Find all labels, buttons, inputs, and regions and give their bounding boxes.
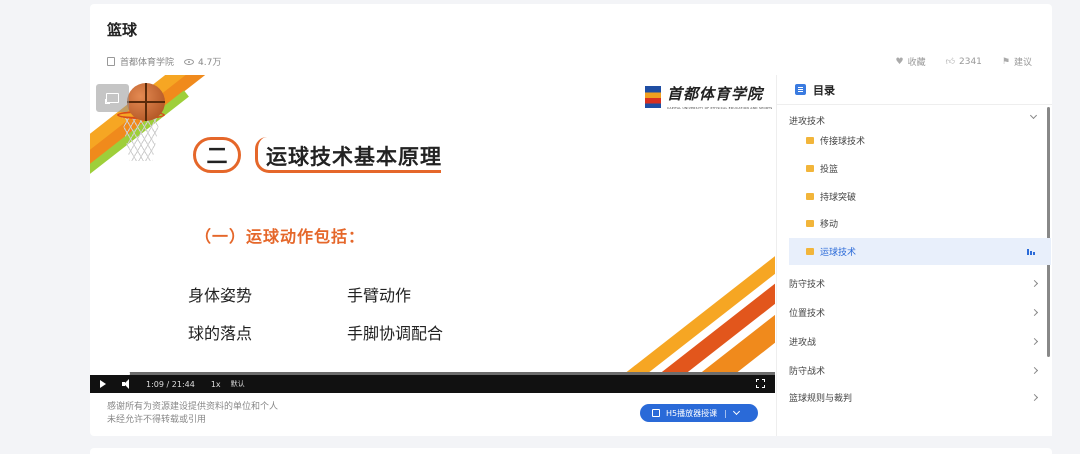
h5-player-button[interactable]: H5播放器授课 | — [640, 404, 758, 422]
chevron-right-icon — [1030, 279, 1039, 288]
slide-heading: 运球技术基本原理 — [266, 145, 442, 169]
chevron-right-icon — [1030, 308, 1039, 317]
video-slide: 首都体育学院 CAPITAL UNIVERSITY OF PHYSICAL ED… — [90, 75, 775, 372]
duration: 21:44 — [171, 379, 195, 389]
h5-button-label: H5播放器授课 — [666, 408, 718, 418]
course-card: 篮球 首都体育学院 4.7万 ♥ 收藏 👍︎ 2341 ⚑ 建议 首都体育学院 … — [90, 4, 1052, 436]
catalog-section-rules[interactable]: 篮球规则与裁判 — [789, 391, 1039, 404]
like-button[interactable]: 👍︎ 2341 — [946, 57, 982, 67]
catalog-header: 目录 — [777, 75, 1052, 105]
section-label: 进攻战 — [789, 338, 817, 348]
favorite-button[interactable]: ♥ 收藏 — [895, 55, 926, 69]
lesson-label: 传接球技术 — [820, 137, 866, 147]
section-label: 位置技术 — [789, 309, 826, 319]
catalog-panel: 目录 进攻技术 传接球技术 投篮 持球突破 移动 运球技术 防守技术 位置技术 … — [776, 75, 1052, 436]
like-count: 2341 — [959, 56, 982, 67]
next-card — [90, 448, 1052, 454]
course-meta: 首都体育学院 4.7万 — [107, 55, 221, 68]
chevron-right-icon — [1030, 366, 1039, 375]
current-time: 1:09 — [146, 379, 164, 389]
quality-button[interactable]: 默认 — [231, 379, 245, 389]
lesson-icon — [806, 193, 814, 200]
basketball-net-graphic — [122, 117, 160, 161]
page-title: 篮球 — [107, 21, 138, 39]
time-separator: / — [166, 379, 170, 389]
lesson-item[interactable]: 传接球技术 — [789, 127, 1051, 154]
chevron-down-icon — [1029, 111, 1038, 120]
lesson-label: 投篮 — [820, 165, 839, 175]
copyright-notice: 感谢所有为资源建设提供资料的单位和个人 未经允许不得转载或引用 — [107, 401, 278, 427]
catalog-section-position[interactable]: 位置技术 — [789, 306, 1039, 319]
time-display: 1:09 / 21:44 — [146, 380, 195, 389]
cast-button[interactable] — [96, 84, 129, 112]
section-label: 防守技术 — [789, 280, 826, 290]
section-label: 进攻技术 — [789, 117, 826, 127]
catalog-title: 目录 — [813, 83, 835, 97]
lesson-icon — [806, 165, 814, 172]
logo-emblem-icon — [645, 85, 661, 108]
lesson-item[interactable]: 投篮 — [789, 155, 1051, 182]
playing-bars-icon — [1027, 248, 1035, 255]
screen-icon — [652, 409, 660, 417]
publisher-icon — [107, 57, 115, 66]
play-icon[interactable] — [100, 380, 106, 388]
university-logo: 首都体育学院 CAPITAL UNIVERSITY OF PHYSICAL ED… — [645, 83, 773, 110]
notice-line: 未经允许不得转载或引用 — [107, 415, 207, 425]
player-controls: 1:09 / 21:44 1x 默认 — [90, 375, 775, 393]
lesson-item-active[interactable]: 运球技术 — [789, 238, 1051, 265]
slide-item: 手脚协调配合 — [347, 324, 444, 343]
basketball-graphic — [127, 83, 165, 121]
h5-button-separator: | — [724, 408, 727, 418]
flag-icon: ⚑ — [1001, 56, 1010, 67]
catalog-section-offense-tactics[interactable]: 进攻战 — [789, 335, 1039, 348]
lesson-label: 持球突破 — [820, 193, 857, 203]
section-label: 防守战术 — [789, 367, 826, 377]
thumbs-up-icon: 👍︎ — [945, 56, 955, 67]
suggest-button[interactable]: ⚑ 建议 — [1001, 55, 1032, 69]
catalog-section-defense[interactable]: 防守技术 — [789, 277, 1039, 290]
video-player[interactable]: 首都体育学院 CAPITAL UNIVERSITY OF PHYSICAL ED… — [90, 75, 775, 393]
lesson-label: 运球技术 — [820, 248, 857, 258]
cast-icon — [105, 93, 119, 104]
catalog-icon — [795, 84, 806, 95]
publisher-name[interactable]: 首都体育学院 — [120, 55, 174, 68]
logo-name-en: CAPITAL UNIVERSITY OF PHYSICAL EDUCATION… — [667, 106, 773, 110]
lesson-item[interactable]: 移动 — [789, 210, 1051, 237]
catalog-section-attack[interactable]: 进攻技术 — [789, 111, 1039, 127]
section-label: 篮球规则与裁判 — [789, 394, 853, 404]
suggest-label: 建议 — [1013, 58, 1032, 68]
chevron-down-icon[interactable] — [732, 407, 740, 416]
favorite-label: 收藏 — [907, 58, 926, 68]
chevron-right-icon — [1030, 337, 1039, 346]
logo-name-cn: 首都体育学院 — [667, 85, 764, 103]
lesson-icon — [806, 248, 814, 255]
lesson-icon — [806, 137, 814, 144]
slide-item: 身体姿势 — [188, 286, 253, 305]
slide-heading-number: 二 — [193, 137, 241, 173]
lesson-item[interactable]: 持球突破 — [789, 183, 1051, 210]
lesson-icon — [806, 220, 814, 227]
slide-item: 手臂动作 — [347, 286, 412, 305]
volume-icon[interactable] — [122, 379, 132, 389]
chevron-right-icon — [1030, 393, 1039, 402]
slide-item: 球的落点 — [188, 324, 253, 343]
catalog-section-defense-tactics[interactable]: 防守战术 — [789, 364, 1039, 377]
eye-icon — [184, 58, 195, 65]
notice-line: 感谢所有为资源建设提供资料的单位和个人 — [107, 402, 279, 412]
view-count: 4.7万 — [198, 58, 222, 68]
course-actions: ♥ 收藏 👍︎ 2341 ⚑ 建议 — [876, 55, 1033, 69]
lesson-label: 移动 — [820, 220, 839, 230]
speed-button[interactable]: 1x — [211, 380, 221, 389]
fullscreen-icon[interactable] — [755, 378, 766, 389]
slide-subheading: （一）运球动作包括： — [195, 227, 366, 246]
heart-icon: ♥ — [895, 56, 904, 67]
